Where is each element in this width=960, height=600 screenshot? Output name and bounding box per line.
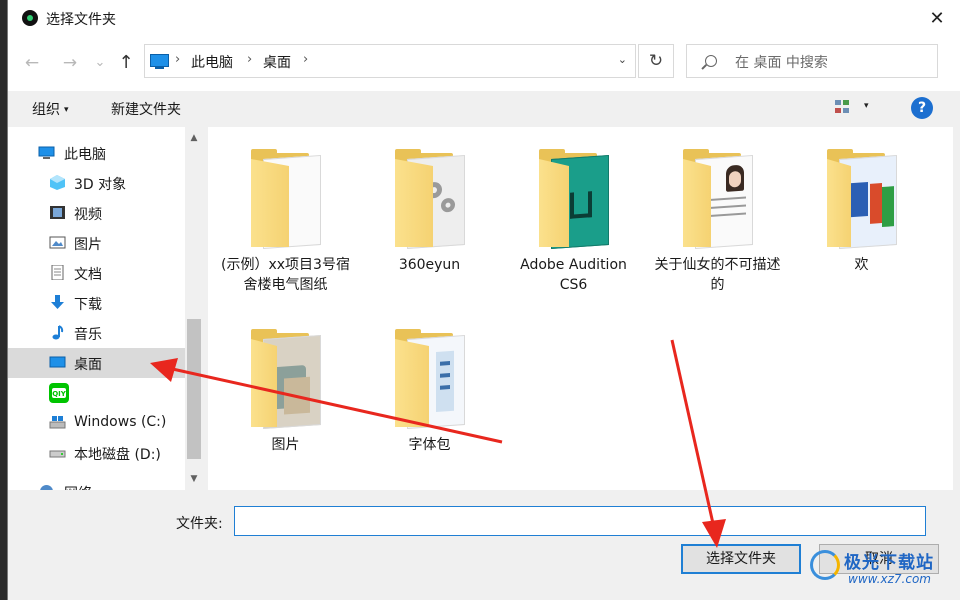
sidebar-item-label: 下载 xyxy=(74,297,102,313)
help-button[interactable]: ? xyxy=(911,97,933,119)
sidebar-scrollbar[interactable]: ▲ ▼ xyxy=(185,127,203,490)
close-button[interactable]: ✕ xyxy=(914,0,960,37)
pictures-icon xyxy=(49,235,66,250)
drive-c-icon xyxy=(49,415,66,430)
folder-icon xyxy=(251,149,323,250)
title-bar: 选择文件夹 ✕ xyxy=(8,0,960,37)
address-bar[interactable]: › 此电脑 › 桌面 › ⌄ xyxy=(144,44,636,78)
music-icon xyxy=(49,325,66,340)
sidebar-item-label: 3D 对象 xyxy=(74,177,127,193)
scroll-up-arrow-icon[interactable]: ▲ xyxy=(185,129,203,147)
site-watermark: 极光下载站 www.xz7.com xyxy=(808,544,958,594)
desktop-icon xyxy=(49,355,66,370)
sidebar-item-3d-objects[interactable]: 3D 对象 xyxy=(8,168,186,198)
folder-item[interactable]: Adobe Audition CS6 xyxy=(506,127,641,302)
recent-locations-button[interactable]: ⌄ xyxy=(88,51,112,75)
folder-icon xyxy=(683,149,755,250)
iqiyi-icon: QIY xyxy=(49,383,69,403)
sidebar-item-label: Windows (C:) xyxy=(74,414,167,430)
sidebar-item-label: 视频 xyxy=(74,207,102,223)
search-placeholder: 在 桌面 中搜索 xyxy=(735,55,828,71)
folder-name: (示例）xx项目3号宿舍楼电气图纸 xyxy=(221,257,350,293)
videos-icon xyxy=(49,205,66,220)
watermark-title: 极光下载站 xyxy=(844,553,934,573)
scroll-thumb[interactable] xyxy=(187,319,201,459)
breadcrumb-desktop[interactable]: 桌面 xyxy=(263,52,291,72)
folder-item[interactable]: (示例）xx项目3号宿舍楼电气图纸 xyxy=(218,127,353,302)
sidebar-item-label: 文档 xyxy=(74,267,102,283)
watermark-url: www.xz7.com xyxy=(848,572,931,586)
this-pc-icon xyxy=(38,145,55,160)
refresh-button[interactable]: ↻ xyxy=(638,44,674,78)
sidebar-item-this-pc[interactable]: 此电脑 xyxy=(8,138,186,168)
folder-name: 360eyun xyxy=(398,257,461,273)
back-button[interactable]: ← xyxy=(20,51,44,75)
sidebar-item-music[interactable]: 音乐 xyxy=(8,318,186,348)
select-folder-dialog: 选择文件夹 ✕ ← → ⌄ ↑ › 此电脑 › 桌面 › ⌄ ↻ 在 桌面 中搜… xyxy=(8,0,960,600)
folder-name: 欢 xyxy=(854,257,869,273)
up-button[interactable]: ↑ xyxy=(114,51,138,75)
sidebar-item-downloads[interactable]: 下载 xyxy=(8,288,186,318)
sidebar-item-iqiyi[interactable]: QIY xyxy=(8,378,186,408)
sidebar-item-label: 桌面 xyxy=(74,357,102,373)
forward-button[interactable]: → xyxy=(58,51,82,75)
view-caret-icon[interactable]: ▾ xyxy=(864,101,869,111)
scroll-down-arrow-icon[interactable]: ▼ xyxy=(185,470,203,488)
folder-item[interactable]: 360eyun xyxy=(362,127,497,302)
breadcrumb-separator[interactable]: › xyxy=(303,52,308,67)
folder-name: 图片 xyxy=(271,437,300,453)
navigation-pane: 此电脑 3D 对象 视频 图片 文档 下载 音乐 桌面 QIY Windows … xyxy=(8,127,203,490)
sidebar-item-label: 本地磁盘 (D:) xyxy=(74,447,161,463)
sidebar-item-drive-d[interactable]: 本地磁盘 (D:) xyxy=(8,438,186,468)
search-input[interactable]: 在 桌面 中搜索 xyxy=(686,44,938,78)
sidebar-item-label: 音乐 xyxy=(74,327,102,343)
organize-menu[interactable]: 组织 ▾ xyxy=(32,99,69,119)
organize-label: 组织 xyxy=(32,102,60,118)
folder-icon xyxy=(395,149,467,250)
sidebar-item-documents[interactable]: 文档 xyxy=(8,258,186,288)
folder-name: 字体包 xyxy=(408,437,451,453)
sidebar-item-network[interactable]: 网络 xyxy=(8,477,186,490)
folder-item[interactable]: 欢 xyxy=(794,127,929,302)
svg-text:QIY: QIY xyxy=(52,390,67,398)
folder-name-input[interactable] xyxy=(234,506,926,536)
navigation-bar: ← → ⌄ ↑ › 此电脑 › 桌面 › ⌄ ↻ 在 桌面 中搜索 xyxy=(8,37,960,91)
site-logo-icon xyxy=(810,550,840,580)
app-icon xyxy=(22,10,38,26)
sidebar-item-videos[interactable]: 视频 xyxy=(8,198,186,228)
folder-item[interactable]: 关于仙女的不可描述的 xyxy=(650,127,785,302)
folder-icon xyxy=(395,329,467,430)
folder-name: Adobe Audition CS6 xyxy=(520,257,627,293)
window-title: 选择文件夹 xyxy=(46,12,116,28)
view-options-icon[interactable] xyxy=(835,100,851,114)
folder-view: (示例）xx项目3号宿舍楼电气图纸 360eyun Adobe Audition… xyxy=(208,127,953,490)
sidebar-item-drive-c[interactable]: Windows (C:) xyxy=(8,408,186,438)
sidebar-item-desktop[interactable]: 桌面 xyxy=(8,348,186,378)
folder-icon xyxy=(251,329,323,430)
folder-item[interactable]: 图片 xyxy=(218,307,353,482)
command-bar: 组织 ▾ 新建文件夹 ▾ ? xyxy=(8,91,960,125)
sidebar-item-label: 此电脑 xyxy=(64,147,106,163)
select-folder-button[interactable]: 选择文件夹 xyxy=(681,544,801,574)
sidebar-item-pictures[interactable]: 图片 xyxy=(8,228,186,258)
this-pc-icon xyxy=(150,54,169,69)
folder-icon xyxy=(827,149,899,250)
documents-icon xyxy=(49,264,66,281)
new-folder-button[interactable]: 新建文件夹 xyxy=(111,99,181,119)
folder-icon xyxy=(539,149,611,250)
breadcrumb-this-pc[interactable]: 此电脑 xyxy=(191,52,233,72)
caret-down-icon: ▾ xyxy=(64,105,69,115)
sidebar-item-label: 图片 xyxy=(74,237,102,253)
3d-objects-icon xyxy=(49,175,66,190)
chevron-down-icon[interactable]: ⌄ xyxy=(618,53,627,66)
downloads-icon xyxy=(49,295,66,310)
folder-name: 关于仙女的不可描述的 xyxy=(654,257,781,293)
breadcrumb-separator: › xyxy=(247,52,253,67)
sidebar-item-label: 网络 xyxy=(64,483,92,490)
folder-field-label: 文件夹: xyxy=(176,516,223,532)
folder-item[interactable]: 字体包 xyxy=(362,307,497,482)
search-icon xyxy=(705,55,717,67)
breadcrumb-separator: › xyxy=(175,52,181,67)
drive-d-icon xyxy=(49,445,66,460)
